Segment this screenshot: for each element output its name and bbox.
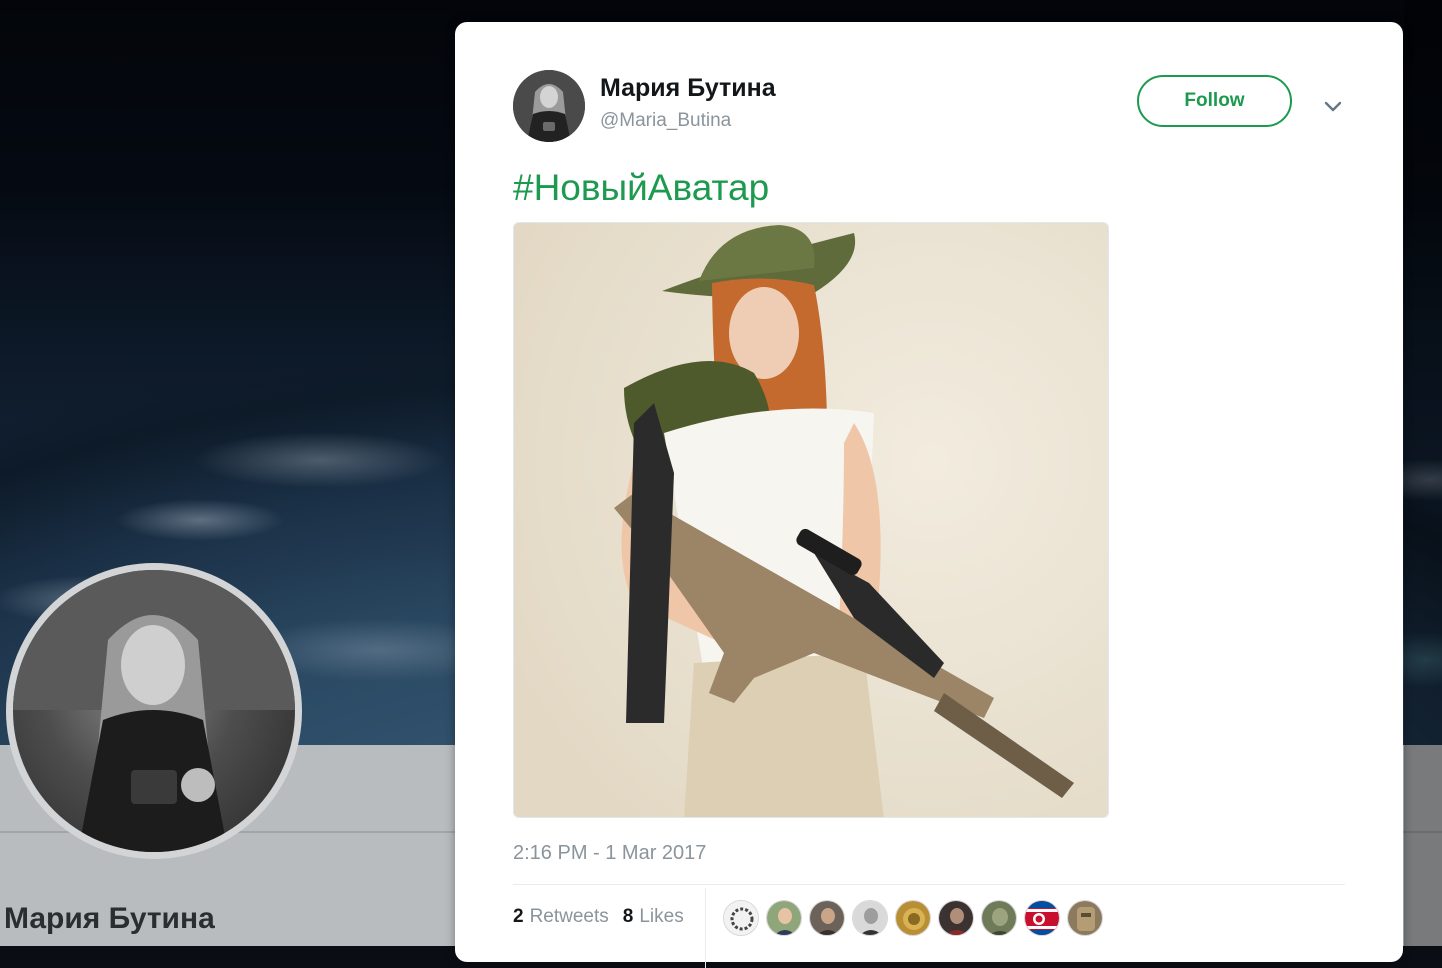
tweet-author-avatar[interactable] <box>513 70 585 142</box>
liker-avatar[interactable] <box>938 900 974 936</box>
profile-avatar-photo <box>13 570 295 852</box>
tweet-hashtag[interactable]: #НовыйАватар <box>513 167 769 209</box>
liker-avatar[interactable] <box>1067 900 1103 936</box>
likes-count: 8 <box>622 906 634 927</box>
tweet-photo[interactable] <box>513 222 1109 818</box>
tweet-author-handle[interactable]: @Maria_Butina <box>600 110 731 132</box>
liker-avatar[interactable] <box>809 900 845 936</box>
follow-button[interactable]: Follow <box>1137 75 1292 127</box>
liker-avatars <box>723 900 1103 936</box>
liker-avatar[interactable] <box>852 900 888 936</box>
likes-stat[interactable]: 8 Likes <box>623 906 684 928</box>
liker-avatar[interactable] <box>981 900 1017 936</box>
tweet-author-name[interactable]: Мария Бутина <box>600 74 776 103</box>
retweets-label: Retweets <box>529 906 609 927</box>
likes-label: Likes <box>639 906 684 927</box>
tweet-timestamp[interactable]: 2:16 PM - 1 Mar 2017 <box>513 842 706 865</box>
tweet-divider <box>513 884 1345 885</box>
liker-avatar[interactable] <box>723 900 759 936</box>
tweet-modal: Мария Бутина @Maria_Butina Follow #Новый… <box>455 22 1403 968</box>
modal-overlay[interactable] <box>1404 0 1442 946</box>
retweets-stat[interactable]: 2 Retweets <box>513 906 609 928</box>
profile-name: Мария Бутина <box>4 902 215 935</box>
retweets-count: 2 <box>513 906 524 927</box>
tweet-stats: 2 Retweets 8 Likes <box>513 906 684 928</box>
profile-avatar[interactable] <box>6 563 302 859</box>
stats-separator <box>705 888 706 968</box>
liker-avatar[interactable] <box>1024 900 1060 936</box>
liker-avatar[interactable] <box>895 900 931 936</box>
liker-avatar[interactable] <box>766 900 802 936</box>
chevron-down-icon[interactable] <box>1321 94 1345 118</box>
